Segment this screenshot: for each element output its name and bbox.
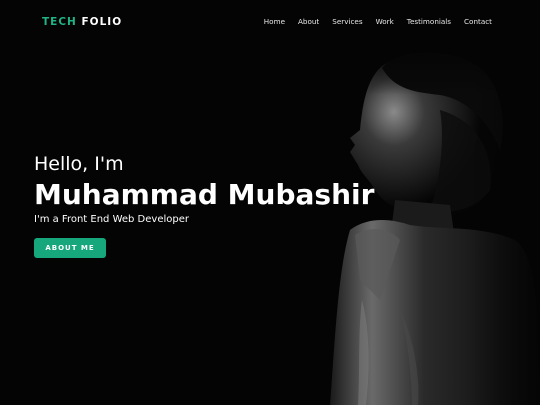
- nav-link-contact[interactable]: Contact: [464, 17, 492, 26]
- logo-rest-text: FOLIO: [81, 16, 123, 28]
- site-logo[interactable]: TECH FOLIO: [42, 16, 122, 28]
- navbar: TECH FOLIO Home About Services Work Test…: [0, 0, 540, 44]
- nav-link-testimonials[interactable]: Testimonials: [407, 17, 451, 26]
- nav-link-home[interactable]: Home: [264, 17, 285, 26]
- about-me-button[interactable]: ABOUT ME: [34, 238, 106, 258]
- hero-name: Muhammad Mubashir: [34, 178, 375, 211]
- nav-link-work[interactable]: Work: [376, 17, 394, 26]
- nav-link-services[interactable]: Services: [332, 17, 362, 26]
- hero-greeting: Hello, I'm: [34, 153, 124, 175]
- hero-role: I'm a Front End Web Developer: [34, 214, 189, 225]
- nav-links: Home About Services Work Testimonials Co…: [251, 17, 492, 26]
- logo-accent-text: TECH: [42, 16, 77, 28]
- nav-link-about[interactable]: About: [298, 17, 319, 26]
- hero-content: Hello, I'm Muhammad Mubashir I'm a Front…: [34, 150, 374, 258]
- portfolio-page: TECH FOLIO Home About Services Work Test…: [0, 0, 540, 405]
